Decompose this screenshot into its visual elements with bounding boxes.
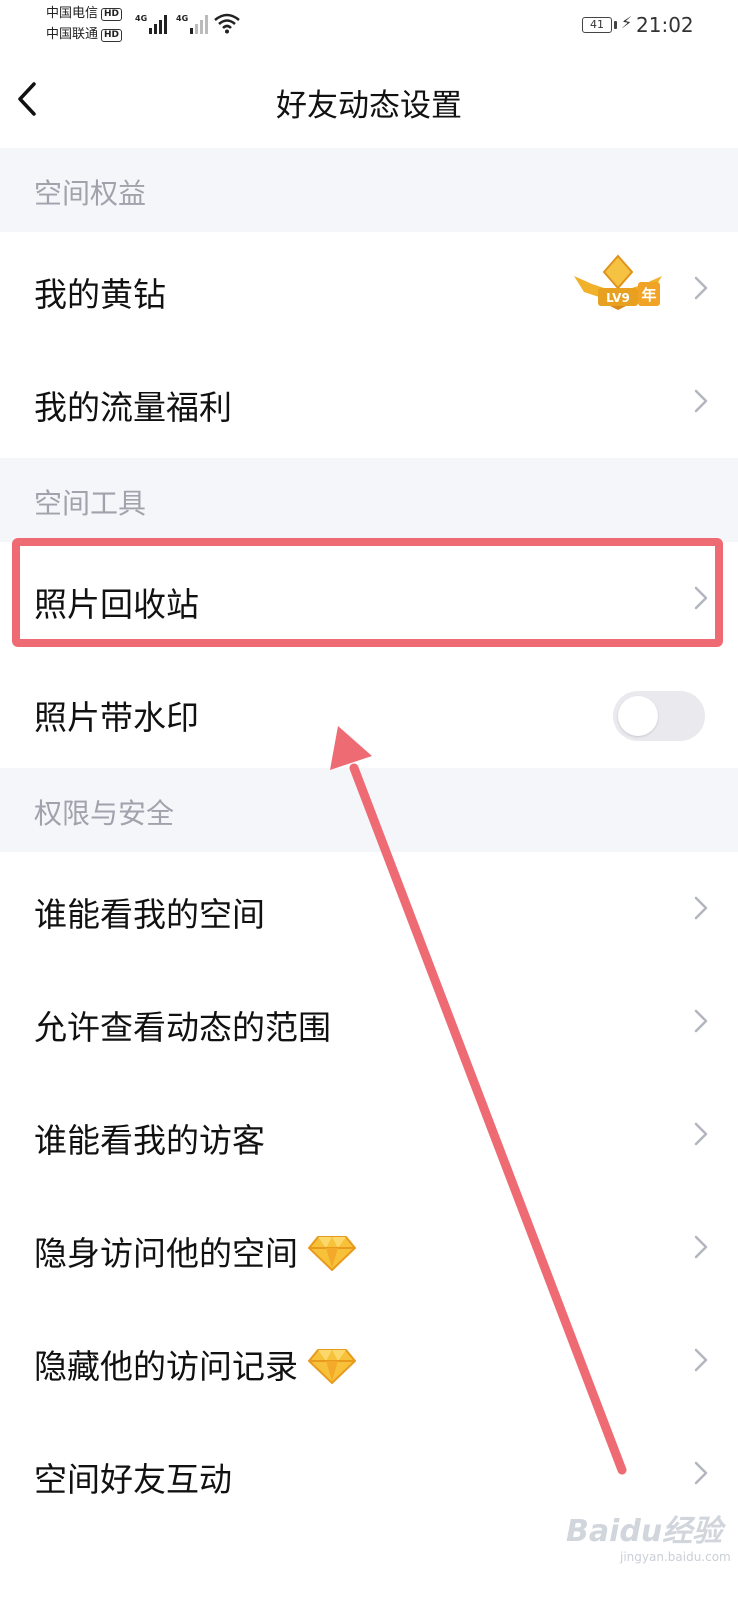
section-header-rights: 空间权益 xyxy=(0,148,738,232)
network-type-1: 4G xyxy=(135,14,148,23)
row-label: 隐藏他的访问记录 xyxy=(34,1347,298,1386)
chevron-right-icon xyxy=(694,1235,708,1259)
row-label: 我的黄钻 xyxy=(34,275,166,314)
row-label-wrap: 隐身访问他的空间 xyxy=(34,1227,356,1275)
section-header-tools: 空间工具 xyxy=(0,458,738,542)
watermark-url: jingyan.baidu.com xyxy=(620,1550,731,1564)
row-feed-visibility-range[interactable]: 允许查看动态的范围 xyxy=(0,965,738,1078)
section-title: 空间工具 xyxy=(34,487,147,520)
badge-level-text: LV9 xyxy=(606,291,630,305)
nav-bar: 好友动态设置 xyxy=(0,50,738,148)
chevron-right-icon xyxy=(694,896,708,920)
chevron-right-icon xyxy=(694,1009,708,1033)
signal-icon: 4G xyxy=(176,12,210,34)
chevron-right-icon xyxy=(694,586,708,610)
row-label: 照片回收站 xyxy=(34,585,199,624)
signal-icon: 4G xyxy=(135,12,169,34)
battery-tip xyxy=(614,21,617,29)
chevron-right-icon xyxy=(694,1461,708,1485)
chevron-right-icon xyxy=(694,276,708,300)
row-hide-visit-record[interactable]: 隐藏他的访问记录 xyxy=(0,1304,738,1417)
chevron-right-icon xyxy=(694,1348,708,1372)
hd-badge: HD xyxy=(101,8,123,21)
row-label: 允许查看动态的范围 xyxy=(34,1008,331,1047)
battery-level: 41 xyxy=(590,18,604,31)
carrier-1-name: 中国电信 xyxy=(46,6,99,21)
clock: 21:02 xyxy=(636,13,694,37)
row-label: 空间好友互动 xyxy=(34,1460,232,1499)
row-yellow-diamond[interactable]: 我的黄钻 LV9 年 xyxy=(0,232,738,345)
section-title: 空间权益 xyxy=(34,177,147,210)
chevron-right-icon xyxy=(694,389,708,413)
row-label: 照片带水印 xyxy=(34,698,199,737)
row-label: 谁能看我的空间 xyxy=(34,895,265,934)
diamond-icon xyxy=(308,1349,356,1384)
row-label: 隐身访问他的空间 xyxy=(34,1234,298,1273)
hd-badge: HD xyxy=(101,29,123,42)
diamond-icon xyxy=(308,1236,356,1271)
carrier-1: 中国电信 HD xyxy=(46,6,123,22)
network-type-2: 4G xyxy=(176,14,189,23)
vip-level-badge-icon: LV9 年 xyxy=(574,254,662,310)
battery-icon: 41 xyxy=(582,17,612,33)
row-traffic-benefits[interactable]: 我的流量福利 xyxy=(0,345,738,458)
row-who-can-see-space[interactable]: 谁能看我的空间 xyxy=(0,852,738,965)
wifi-icon xyxy=(214,13,240,34)
section-header-privacy: 权限与安全 xyxy=(0,768,738,852)
status-bar: 中国电信 HD 中国联通 HD 4G 4G 41 ⚡ 21:02 xyxy=(0,0,738,50)
badge-year-text: 年 xyxy=(641,286,656,304)
watermark-toggle[interactable] xyxy=(613,691,705,741)
row-photo-watermark: 照片带水印 xyxy=(0,655,738,768)
watermark-logo: Baidu经验 xyxy=(566,1514,723,1549)
row-invisible-visit[interactable]: 隐身访问他的空间 xyxy=(0,1191,738,1304)
section-title: 权限与安全 xyxy=(34,797,175,830)
page-title: 好友动态设置 xyxy=(276,88,462,124)
toggle-knob xyxy=(618,696,658,736)
row-photo-recycle-bin[interactable]: 照片回收站 xyxy=(0,542,738,655)
charging-icon: ⚡ xyxy=(621,13,633,32)
row-who-can-see-visitors[interactable]: 谁能看我的访客 xyxy=(0,1078,738,1191)
carrier-2-name: 中国联通 xyxy=(46,27,99,42)
chevron-right-icon xyxy=(694,1122,708,1146)
row-label: 谁能看我的访客 xyxy=(34,1121,265,1160)
row-label: 我的流量福利 xyxy=(34,388,232,427)
row-label-wrap: 隐藏他的访问记录 xyxy=(34,1340,356,1388)
carrier-2: 中国联通 HD xyxy=(46,27,123,43)
